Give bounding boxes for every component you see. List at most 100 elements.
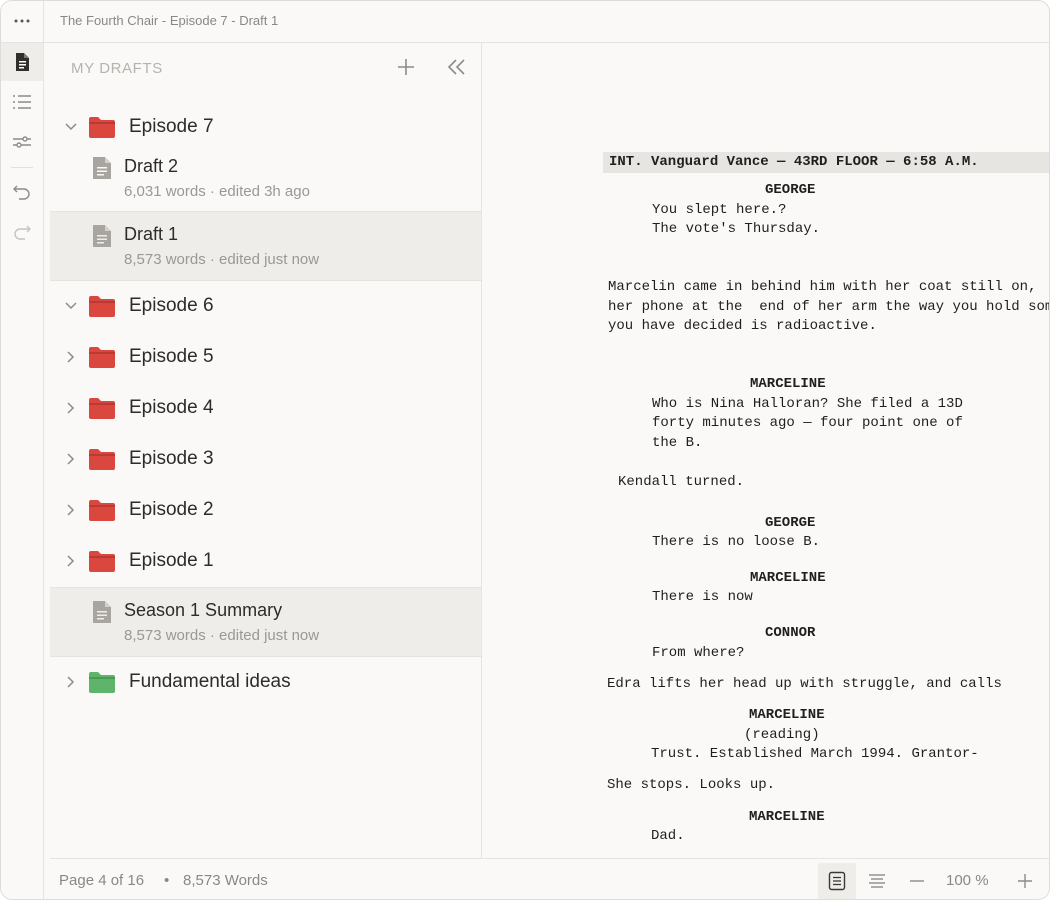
action-line: her phone at the end of her arm the way … xyxy=(608,299,1049,315)
folder-icon xyxy=(89,551,115,572)
doc-title: Draft 1 xyxy=(124,224,179,244)
doc-meta: 8,573 words · edited just now xyxy=(124,251,320,268)
chevron-right-icon[interactable] xyxy=(64,503,78,517)
dialogue-line: the B. xyxy=(652,435,703,451)
action-line: Edra lifts her head up with struggle, an… xyxy=(607,676,1002,692)
window-title: The Fourth Chair - Episode 7 - Draft 1 xyxy=(60,13,279,28)
scene-heading: INT. Vanguard Vance — 43RD FLOOR — 6:58 … xyxy=(603,152,1049,173)
doc-title: Season 1 Summary xyxy=(124,600,283,620)
drafts-sidebar: MY DRAFTS Episode 7 Draft 2 6,031 words … xyxy=(50,43,482,858)
folder-row-episode-3[interactable]: Episode 3 xyxy=(50,434,481,484)
document-icon xyxy=(16,53,29,71)
folder-row-episode-6[interactable]: Episode 6 xyxy=(50,281,481,331)
folder-icon xyxy=(89,296,115,317)
chevron-right-icon[interactable] xyxy=(64,554,78,568)
folder-label: Episode 5 xyxy=(129,346,214,367)
action-line: you have decided is radioactive. xyxy=(608,318,877,334)
folder-row-episode-7[interactable]: Episode 7 xyxy=(50,103,481,151)
folder-row-episode-1[interactable]: Episode 1 xyxy=(50,536,481,586)
folder-label: Fundamental ideas xyxy=(129,671,291,692)
chevron-right-icon[interactable] xyxy=(64,401,78,415)
rail-settings-button[interactable] xyxy=(1,123,43,161)
folder-icon xyxy=(89,449,115,470)
dialogue-line: From where? xyxy=(652,645,745,661)
folder-icon xyxy=(89,398,115,419)
folder-icon xyxy=(89,672,115,693)
minus-icon xyxy=(910,880,924,882)
folder-row-episode-2[interactable]: Episode 2 xyxy=(50,485,481,535)
folder-icon xyxy=(89,500,115,521)
chevron-down-icon[interactable] xyxy=(64,299,78,313)
page-view-icon xyxy=(828,871,846,891)
undo-icon xyxy=(13,185,30,200)
outline-list-icon xyxy=(13,95,31,109)
folder-row-episode-4[interactable]: Episode 4 xyxy=(50,383,481,433)
dialogue-line: forty minutes ago — four point one of xyxy=(652,415,963,431)
folder-icon xyxy=(89,347,115,368)
chevron-down-icon[interactable] xyxy=(64,120,78,134)
character-cue: CONNOR xyxy=(765,625,816,641)
parenthetical: (reading) xyxy=(744,727,820,743)
more-menu-button[interactable] xyxy=(11,11,33,31)
more-dots-icon xyxy=(14,19,30,23)
doc-row-draft-1[interactable]: Draft 1 8,573 words · edited just now xyxy=(50,211,481,281)
rail-divider xyxy=(11,167,33,168)
redo-button[interactable] xyxy=(1,213,43,251)
rail-document-button[interactable] xyxy=(1,43,43,81)
text-view-button[interactable] xyxy=(858,863,896,899)
document-icon xyxy=(93,225,111,247)
zoom-in-button[interactable] xyxy=(1006,863,1044,899)
doc-row-draft-2[interactable]: Draft 2 6,031 words · edited 3h ago xyxy=(50,151,481,211)
zoom-level: 100 % xyxy=(946,872,989,889)
title-bar: The Fourth Chair - Episode 7 - Draft 1 xyxy=(1,1,1049,43)
folder-row-fundamental-ideas[interactable]: Fundamental ideas xyxy=(50,657,481,707)
doc-row-season-1-summary[interactable]: Season 1 Summary 8,573 words · edited ju… xyxy=(50,587,481,657)
action-line: Kendall turned. xyxy=(618,474,745,490)
rail-outline-button[interactable] xyxy=(1,83,43,121)
status-separator: • xyxy=(164,872,170,889)
chevron-right-icon[interactable] xyxy=(64,350,78,364)
doc-meta: 6,031 words · edited 3h ago xyxy=(124,183,310,200)
folder-label: Episode 7 xyxy=(129,116,214,137)
doc-meta: 8,573 words · edited just now xyxy=(124,627,320,644)
add-draft-button[interactable] xyxy=(394,55,418,79)
dialogue-line: The vote's Thursday. xyxy=(652,221,821,237)
page-view-button[interactable] xyxy=(818,863,856,899)
folder-label: Episode 6 xyxy=(129,295,214,316)
chevron-right-icon[interactable] xyxy=(64,452,78,466)
folder-row-episode-5[interactable]: Episode 5 xyxy=(50,332,481,382)
folder-label: Episode 3 xyxy=(129,448,214,469)
double-chevron-left-icon xyxy=(447,59,465,75)
sliders-icon xyxy=(13,136,31,148)
undo-button[interactable] xyxy=(1,173,43,211)
doc-title: Draft 2 xyxy=(124,156,179,176)
collapse-sidebar-button[interactable] xyxy=(444,55,468,79)
character-cue: MARCELINE xyxy=(749,809,825,825)
status-bar: Page 4 of 16 • 8,573 Words 100 % xyxy=(50,858,1049,899)
dialogue-line: There is now xyxy=(652,589,753,605)
folder-label: Episode 1 xyxy=(129,550,214,571)
plus-icon xyxy=(398,59,414,75)
chevron-right-icon[interactable] xyxy=(64,675,78,689)
tool-rail xyxy=(1,43,44,899)
script-editor[interactable]: INT. Vanguard Vance — 43RD FLOOR — 6:58 … xyxy=(482,43,1049,858)
folder-icon xyxy=(89,117,115,138)
plus-icon xyxy=(1018,874,1032,888)
character-cue: GEORGE xyxy=(765,515,816,531)
word-count: 8,573 Words xyxy=(183,872,268,889)
scene-heading-text: INT. Vanguard Vance — 43RD FLOOR — 6:58 … xyxy=(609,154,979,170)
dialogue-line: There is no loose B. xyxy=(652,534,821,550)
redo-icon xyxy=(14,225,31,240)
title-divider xyxy=(43,1,44,42)
sidebar-header: MY DRAFTS xyxy=(71,60,163,77)
app-window: The Fourth Chair - Episode 7 - Draft 1 M… xyxy=(0,0,1050,900)
action-line: She stops. Looks up. xyxy=(607,777,776,793)
character-cue: MARCELINE xyxy=(749,707,825,723)
zoom-out-button[interactable] xyxy=(898,863,936,899)
character-cue: GEORGE xyxy=(765,182,816,198)
dialogue-line: You slept here.? xyxy=(652,202,787,218)
dialogue-line: Trust. Established March 1994. Grantor- xyxy=(651,746,979,762)
dialogue-line: Dad. xyxy=(651,828,685,844)
align-lines-icon xyxy=(869,874,885,888)
folder-label: Episode 2 xyxy=(129,499,214,520)
